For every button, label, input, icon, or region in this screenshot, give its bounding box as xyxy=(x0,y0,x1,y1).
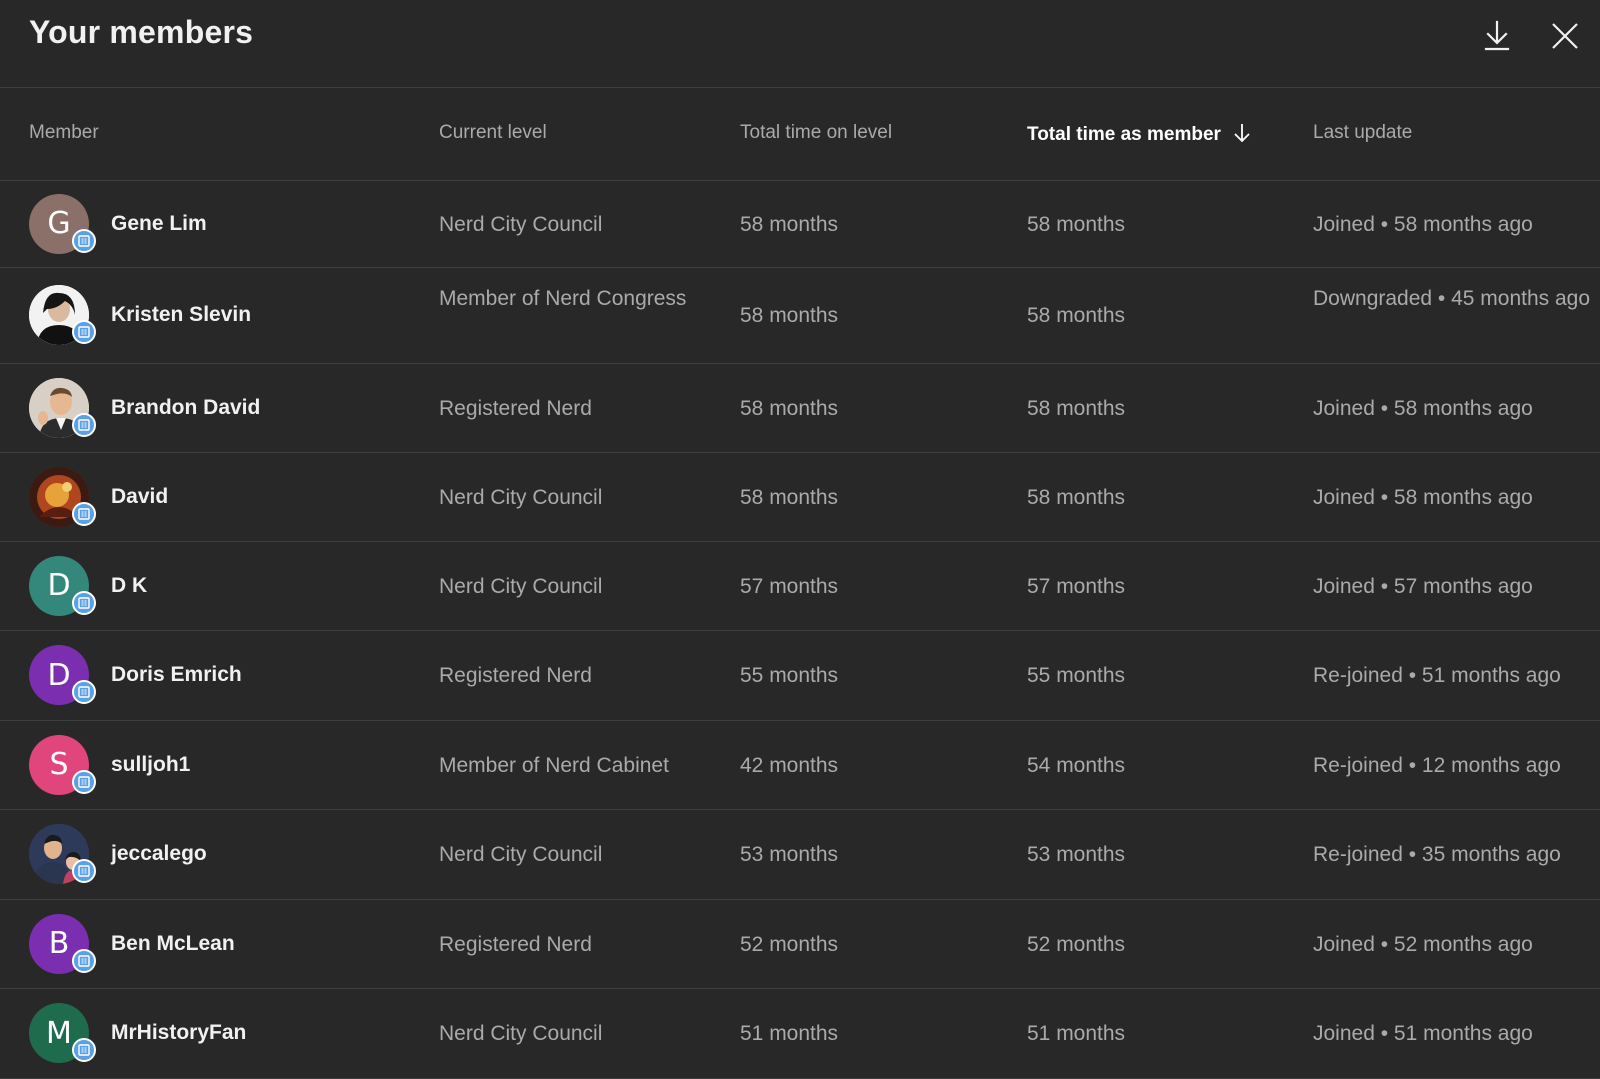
avatar-letter: D xyxy=(47,568,71,603)
membership-badge-icon xyxy=(72,590,96,615)
last-update: Re-joined • 35 months ago xyxy=(1313,843,1561,866)
member-level: Nerd City Council xyxy=(439,212,603,236)
time-as-member: 52 months xyxy=(1027,932,1126,956)
member-name[interactable]: Gene Lim xyxy=(111,212,207,236)
avatar-letter: D xyxy=(47,657,71,693)
time-on-level: 52 months xyxy=(740,932,839,956)
table-header: Member Current level Total time on level… xyxy=(0,88,1600,181)
time-on-level: 58 months xyxy=(740,212,839,236)
avatar-letter: S xyxy=(49,747,69,782)
last-update: Downgraded • 45 months ago xyxy=(1313,287,1591,310)
time-as-member: 58 months xyxy=(1027,304,1126,327)
last-update: Joined • 58 months ago xyxy=(1313,212,1533,236)
member-level: Registered Nerd xyxy=(439,664,592,687)
membership-badge-icon xyxy=(72,948,96,973)
member-name[interactable]: D K xyxy=(111,574,147,598)
member-name[interactable]: MrHistoryFan xyxy=(111,1021,246,1045)
time-as-member: 51 months xyxy=(1027,1022,1126,1045)
table-row[interactable]: M MrHistoryFan Nerd City Council 51 months 5… xyxy=(0,989,1600,1079)
member-name[interactable]: Doris Emrich xyxy=(111,663,242,687)
table-row[interactable]: D Doris Emrich Registered Nerd 55 months 55 … xyxy=(0,631,1600,721)
time-as-member: 58 months xyxy=(1027,396,1126,420)
download-icon[interactable] xyxy=(1477,16,1517,56)
time-on-level: 55 months xyxy=(740,664,839,687)
time-on-level: 58 months xyxy=(740,396,839,420)
member-level: Registered Nerd xyxy=(439,396,592,420)
last-update: Joined • 58 months ago xyxy=(1313,396,1533,420)
column-header-last-update[interactable]: Last update xyxy=(1313,122,1412,144)
last-update: Joined • 52 months ago xyxy=(1313,932,1533,956)
time-as-member: 55 months xyxy=(1027,664,1126,687)
member-level: Nerd City Council xyxy=(439,1022,603,1045)
table-row[interactable]: G Gene Lim Nerd City Council 58 months 58 mo… xyxy=(0,181,1600,268)
member-level: Registered Nerd xyxy=(439,932,592,956)
avatar-letter: M xyxy=(46,1015,72,1051)
membership-badge-icon xyxy=(72,1038,96,1062)
table-row[interactable]: B Ben McLean Registered Nerd 52 months 52 mo… xyxy=(0,900,1600,989)
time-as-member: 57 months xyxy=(1027,574,1126,598)
page-title: Your members xyxy=(29,14,254,50)
table-row[interactable]: D D K Nerd City Council 57 months 57 months J… xyxy=(0,542,1600,631)
last-update: Joined • 51 months ago xyxy=(1313,1022,1533,1045)
time-as-member: 58 months xyxy=(1027,212,1126,236)
table-row[interactable]: Brandon David Registered Nerd 58 months 58 … xyxy=(0,364,1600,453)
membership-badge-icon xyxy=(72,680,96,704)
membership-badge-icon xyxy=(72,228,96,253)
member-level: Nerd City Council xyxy=(439,485,603,509)
table-row[interactable]: Ssulljoh1 Member of Nerd Cabinet 42 months… xyxy=(0,721,1600,810)
membership-badge-icon xyxy=(72,412,96,437)
member-level: Member of Nerd Cabinet xyxy=(439,753,669,777)
last-update: Joined • 57 months ago xyxy=(1313,574,1533,598)
member-level: Nerd City Council xyxy=(439,843,603,866)
member-name[interactable]: Kristen Slevin xyxy=(111,303,251,327)
time-as-member: 54 months xyxy=(1027,753,1126,777)
column-header-time-on-level[interactable]: Total time on level xyxy=(740,122,892,144)
membership-badge-icon xyxy=(72,320,96,344)
time-as-member: 58 months xyxy=(1027,485,1126,509)
membership-badge-icon xyxy=(72,859,96,883)
last-update: Joined • 58 months ago xyxy=(1313,485,1533,509)
last-update: Re-joined • 12 months ago xyxy=(1313,753,1561,777)
member-name[interactable]: David xyxy=(111,485,168,509)
table-row[interactable]: jeccalego Nerd City Council 53 months 53 mo… xyxy=(0,810,1600,900)
member-level: Member of Nerd Congress xyxy=(439,287,687,310)
time-on-level: 42 months xyxy=(740,753,839,777)
time-on-level: 53 months xyxy=(740,843,839,866)
column-header-current-level[interactable]: Current level xyxy=(439,122,547,144)
time-as-member: 53 months xyxy=(1027,843,1126,866)
time-on-level: 51 months xyxy=(740,1022,839,1045)
column-header-time-as-member[interactable]: Total time as member xyxy=(1027,122,1253,146)
member-name[interactable]: Brandon David xyxy=(111,396,260,420)
close-icon[interactable] xyxy=(1545,16,1585,56)
membership-badge-icon xyxy=(72,501,96,526)
column-header-member[interactable]: Member xyxy=(29,122,99,144)
membership-badge-icon xyxy=(72,769,96,794)
member-level: Nerd City Council xyxy=(439,574,603,598)
column-header-time-as-member-label: Total time as member xyxy=(1027,124,1221,145)
time-on-level: 57 months xyxy=(740,574,839,598)
sort-down-arrow-icon xyxy=(1234,124,1250,143)
table-row[interactable]: Kristen Slevin Member of Nerd Congress 58 … xyxy=(0,268,1600,364)
member-name[interactable]: Ben McLean xyxy=(111,932,235,956)
time-on-level: 58 months xyxy=(740,485,839,509)
avatar-letter: B xyxy=(48,926,70,961)
last-update: Re-joined • 51 months ago xyxy=(1313,664,1561,687)
avatar-letter: G xyxy=(47,206,71,241)
member-name[interactable]: jeccalego xyxy=(111,842,207,866)
table-row[interactable]: David Nerd City Council 58 months 58 months… xyxy=(0,453,1600,542)
time-on-level: 58 months xyxy=(740,304,839,327)
dialog-header: Your members xyxy=(0,0,1600,88)
member-name[interactable]: sulljoh1 xyxy=(111,753,190,777)
